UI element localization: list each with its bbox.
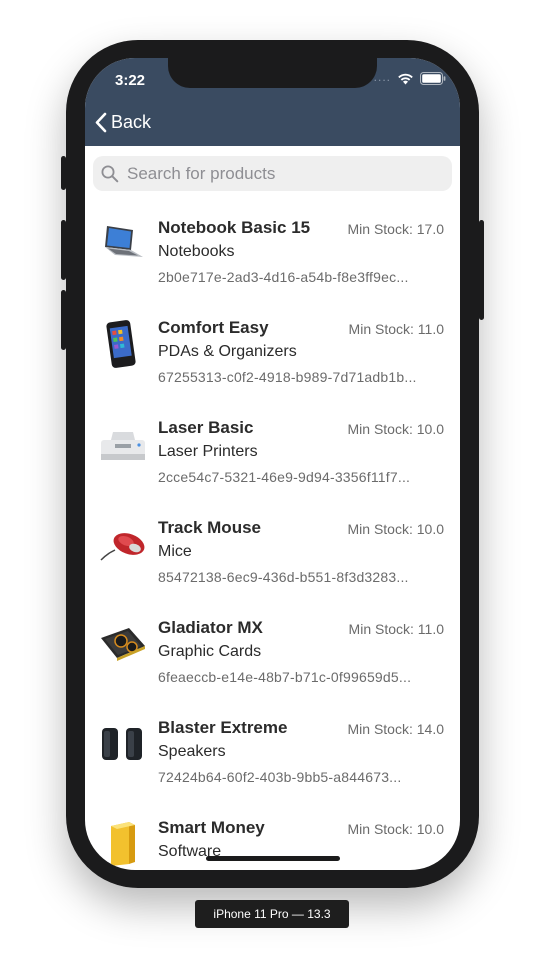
notebook-icon bbox=[105, 226, 143, 257]
product-id: 72424b64-60f2-403b-9bb5-a844673... bbox=[158, 769, 402, 785]
product-min-stock: Min Stock: 11.0 bbox=[348, 321, 444, 337]
product-category: PDAs & Organizers bbox=[158, 343, 297, 360]
phone-screen: 3:22 .... Back Search for products Noteb… bbox=[85, 58, 460, 870]
product-id: 6feaeccb-e14e-48b7-b71c-0f99659d5... bbox=[158, 669, 412, 685]
chevron-left-icon bbox=[95, 112, 107, 133]
product-min-stock: Min Stock: 17.0 bbox=[347, 221, 445, 237]
product-row[interactable]: Notebook Basic 15 Min Stock: 17.0 Notebo… bbox=[85, 208, 460, 308]
pda-icon bbox=[106, 320, 136, 368]
status-icons: .... bbox=[373, 69, 446, 85]
product-min-stock: Min Stock: 11.0 bbox=[348, 621, 444, 637]
product-name: Gladiator MX bbox=[158, 618, 263, 637]
product-list: Notebook Basic 15 Min Stock: 17.0 Notebo… bbox=[85, 208, 460, 870]
product-row[interactable]: Comfort Easy Min Stock: 11.0 PDAs & Orga… bbox=[85, 308, 460, 408]
product-id: 2b0e717e-2ad3-4d16-a54b-f8e3ff9ec... bbox=[158, 269, 409, 285]
product-name: Notebook Basic 15 bbox=[158, 218, 311, 237]
product-id: 2cce54c7-5321-46e9-9d94-3356f11f7... bbox=[158, 469, 411, 485]
battery-icon bbox=[420, 72, 446, 85]
mouse-icon bbox=[100, 533, 145, 561]
product-category: Laser Printers bbox=[158, 443, 258, 460]
speakers-icon bbox=[102, 728, 142, 760]
search-input[interactable] bbox=[125, 162, 429, 185]
product-id: 67255313-c0f2-4918-b989-7d71adb1b... bbox=[158, 369, 417, 385]
product-name: Laser Basic bbox=[158, 418, 254, 437]
product-min-stock: Min Stock: 10.0 bbox=[347, 521, 445, 537]
device-label: iPhone 11 Pro — 13.3 bbox=[195, 900, 349, 928]
notch bbox=[168, 58, 377, 88]
back-label: Back bbox=[111, 112, 152, 132]
product-min-stock: Min Stock: 10.0 bbox=[347, 421, 445, 437]
product-name: Smart Money bbox=[158, 818, 265, 837]
product-min-stock: Min Stock: 14.0 bbox=[347, 721, 445, 737]
product-name: Blaster Extreme bbox=[158, 718, 288, 737]
status-time: 3:22 bbox=[115, 72, 146, 89]
product-category: Speakers bbox=[158, 743, 226, 760]
mute-switch bbox=[61, 156, 66, 190]
product-row[interactable]: Blaster Extreme Min Stock: 14.0 Speakers… bbox=[85, 708, 460, 808]
back-button[interactable]: Back bbox=[95, 112, 151, 133]
search-bar[interactable] bbox=[93, 156, 452, 191]
signal-dots: .... bbox=[373, 69, 391, 84]
navigation-bar: 3:22 .... Back bbox=[85, 58, 460, 146]
volume-up-button bbox=[61, 220, 66, 280]
home-indicator[interactable] bbox=[206, 856, 340, 861]
product-category: Mice bbox=[158, 543, 192, 560]
product-id: 85472138-6ec9-436d-b551-8f3d3283... bbox=[158, 569, 409, 585]
power-button bbox=[479, 220, 484, 320]
product-row[interactable]: Laser Basic Min Stock: 10.0 Laser Printe… bbox=[85, 408, 460, 508]
product-name: Track Mouse bbox=[158, 518, 261, 537]
product-row[interactable]: Track Mouse Min Stock: 10.0 Mice 8547213… bbox=[85, 508, 460, 608]
search-icon bbox=[101, 165, 119, 182]
product-category: Graphic Cards bbox=[158, 643, 262, 660]
product-category: Notebooks bbox=[158, 243, 235, 260]
product-row[interactable]: Gladiator MX Min Stock: 11.0 Graphic Car… bbox=[85, 608, 460, 708]
product-name: Comfort Easy bbox=[158, 318, 269, 337]
wifi-icon bbox=[398, 73, 413, 85]
product-min-stock: Min Stock: 10.0 bbox=[347, 821, 445, 837]
graphics-card-icon bbox=[101, 628, 145, 661]
volume-down-button bbox=[61, 290, 66, 350]
printer-icon bbox=[101, 432, 145, 460]
software-box-icon bbox=[111, 822, 135, 866]
